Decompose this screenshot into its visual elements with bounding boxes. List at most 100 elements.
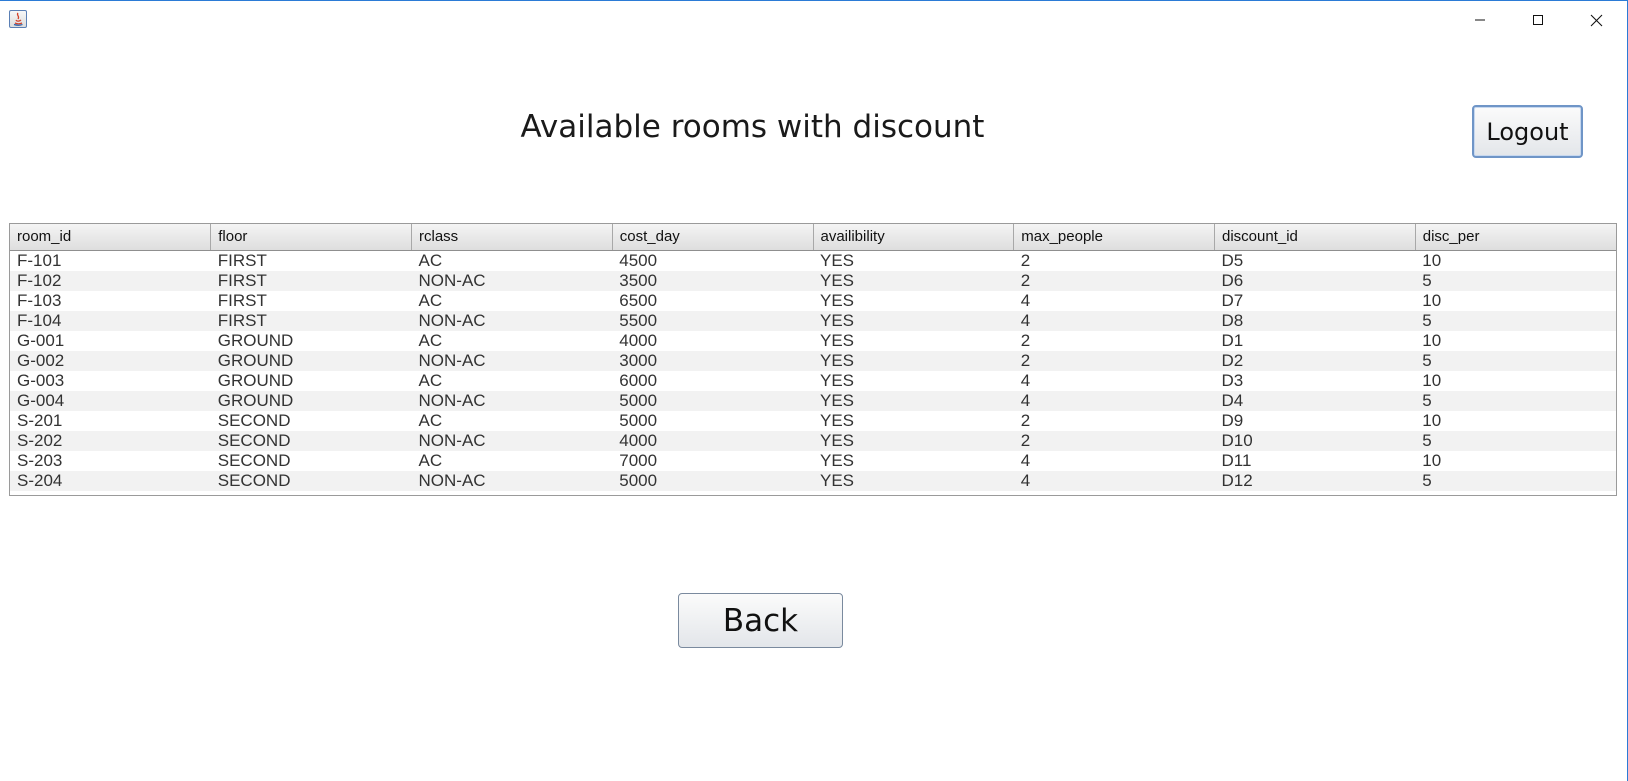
table-cell-disc-per[interactable]: 10 [1415,291,1616,311]
java-app-icon[interactable] [9,10,27,28]
table-cell-disc-per[interactable]: 5 [1415,350,1616,371]
column-header-rclass[interactable]: rclass [411,224,613,251]
table-cell-disc-per[interactable]: 5 [1415,430,1616,451]
table-cell-rclass[interactable]: AC [412,331,613,351]
title-bar[interactable] [0,1,1627,39]
table-cell-floor[interactable]: SECOND [210,430,412,451]
table-cell-availibility[interactable]: YES [813,430,1014,451]
table-cell-discount-id[interactable]: D2 [1214,350,1416,371]
table-cell-rclass[interactable]: AC [412,250,613,271]
table-cell-rclass[interactable]: NON-AC [411,390,613,411]
table-cell-room-id[interactable]: F-102 [10,270,211,291]
table-row[interactable]: F-104 FIRST NON-AC 5500 YES 4 D8 5 [10,310,1616,331]
table-cell-cost-day[interactable]: 4000 [612,331,813,351]
table-cell-discount-id[interactable]: D6 [1214,270,1416,291]
table-cell-floor[interactable]: FIRST [211,291,412,311]
table-cell-disc-per[interactable]: 10 [1415,411,1616,431]
table-cell-rclass[interactable]: NON-AC [411,470,613,491]
table-cell-max-people[interactable]: 2 [1013,270,1215,291]
table-cell-max-people[interactable]: 2 [1014,331,1215,351]
table-cell-discount-id[interactable]: D4 [1214,390,1416,411]
table-cell-room-id[interactable]: G-001 [10,331,211,351]
column-header-room-id[interactable]: room_id [10,224,212,251]
table-cell-cost-day[interactable]: 6000 [612,371,813,391]
table-cell-disc-per[interactable]: 10 [1415,371,1616,391]
table-cell-discount-id[interactable]: D1 [1215,331,1416,351]
table-cell-floor[interactable]: GROUND [211,331,412,351]
table-cell-cost-day[interactable]: 5500 [612,310,813,331]
table-cell-availibility[interactable]: YES [813,371,1014,391]
table-cell-floor[interactable]: SECOND [210,470,412,491]
table-cell-rclass[interactable]: AC [412,451,613,471]
table-cell-max-people[interactable]: 2 [1014,411,1215,431]
table-cell-rclass[interactable]: NON-AC [411,310,613,331]
table-cell-floor[interactable]: FIRST [211,250,412,271]
column-header-disc-per[interactable]: disc_per [1415,224,1616,251]
table-cell-room-id[interactable]: S-203 [10,451,211,471]
table-cell-rclass[interactable]: AC [412,371,613,391]
table-cell-room-id[interactable]: F-104 [10,310,211,331]
table-cell-discount-id[interactable]: D11 [1215,451,1416,471]
table-cell-rclass[interactable]: AC [412,291,613,311]
table-row[interactable]: F-101 FIRST AC 4500 YES 2 D5 10 [10,250,1616,271]
table-cell-availibility[interactable]: YES [813,470,1014,491]
rooms-table[interactable]: room_id floor rclass cost_day availibility ma… [9,223,1617,496]
maximize-button[interactable] [1515,1,1561,39]
table-cell-max-people[interactable]: 4 [1013,310,1215,331]
table-cell-discount-id[interactable]: D7 [1215,291,1416,311]
table-cell-room-id[interactable]: S-201 [10,411,211,431]
column-header-availibility[interactable]: availibility [813,224,1015,251]
table-cell-availibility[interactable]: YES [813,390,1014,411]
table-cell-max-people[interactable]: 2 [1013,350,1215,371]
table-cell-availibility[interactable]: YES [813,250,1014,271]
table-cell-disc-per[interactable]: 5 [1415,270,1616,291]
table-cell-disc-per[interactable]: 5 [1415,470,1616,491]
table-cell-floor[interactable]: GROUND [210,350,412,371]
table-cell-cost-day[interactable]: 5000 [612,411,813,431]
table-cell-floor[interactable]: GROUND [210,390,412,411]
column-header-floor[interactable]: floor [210,224,412,251]
table-cell-max-people[interactable]: 2 [1014,250,1215,271]
table-row[interactable]: S-203 SECOND AC 7000 YES 4 D11 10 [10,451,1616,471]
table-cell-max-people[interactable]: 4 [1013,390,1215,411]
table-cell-rclass[interactable]: NON-AC [411,270,613,291]
table-cell-cost-day[interactable]: 3000 [612,350,813,371]
table-cell-floor[interactable]: SECOND [211,411,412,431]
table-cell-rclass[interactable]: NON-AC [411,430,613,451]
table-cell-disc-per[interactable]: 10 [1415,451,1616,471]
table-cell-disc-per[interactable]: 5 [1415,310,1616,331]
table-row[interactable]: S-204 SECOND NON-AC 5000 YES 4 D12 5 [10,470,1616,491]
column-header-max-people[interactable]: max_people [1013,224,1215,251]
table-cell-discount-id[interactable]: D8 [1214,310,1416,331]
table-cell-cost-day[interactable]: 5000 [612,390,813,411]
table-cell-floor[interactable]: FIRST [210,310,412,331]
table-cell-disc-per[interactable]: 5 [1415,390,1616,411]
table-cell-floor[interactable]: FIRST [210,270,412,291]
table-cell-room-id[interactable]: G-003 [10,371,211,391]
table-cell-discount-id[interactable]: D5 [1215,250,1416,271]
table-cell-availibility[interactable]: YES [813,331,1014,351]
table-row[interactable]: G-002 GROUND NON-AC 3000 YES 2 D2 5 [10,350,1616,371]
table-cell-cost-day[interactable]: 6500 [612,291,813,311]
table-cell-floor[interactable]: SECOND [211,451,412,471]
table-row[interactable]: G-001 GROUND AC 4000 YES 2 D1 10 [10,331,1616,351]
column-header-cost-day[interactable]: cost_day [612,224,814,251]
table-cell-max-people[interactable]: 4 [1014,291,1215,311]
table-cell-room-id[interactable]: G-002 [10,350,211,371]
table-cell-cost-day[interactable]: 3500 [612,270,813,291]
table-cell-availibility[interactable]: YES [813,411,1014,431]
table-cell-max-people[interactable]: 4 [1013,470,1215,491]
minimize-button[interactable] [1457,1,1503,39]
table-cell-availibility[interactable]: YES [813,270,1014,291]
table-cell-disc-per[interactable]: 10 [1415,250,1616,271]
table-cell-availibility[interactable]: YES [813,451,1014,471]
table-cell-room-id[interactable]: G-004 [10,390,211,411]
table-row[interactable]: G-003 GROUND AC 6000 YES 4 D3 10 [10,371,1616,391]
table-cell-cost-day[interactable]: 7000 [612,451,813,471]
table-cell-room-id[interactable]: S-202 [10,430,211,451]
table-cell-max-people[interactable]: 2 [1013,430,1215,451]
table-cell-cost-day[interactable]: 4000 [612,430,813,451]
table-cell-max-people[interactable]: 4 [1014,451,1215,471]
back-button[interactable]: Back [678,593,843,648]
table-cell-availibility[interactable]: YES [813,291,1014,311]
